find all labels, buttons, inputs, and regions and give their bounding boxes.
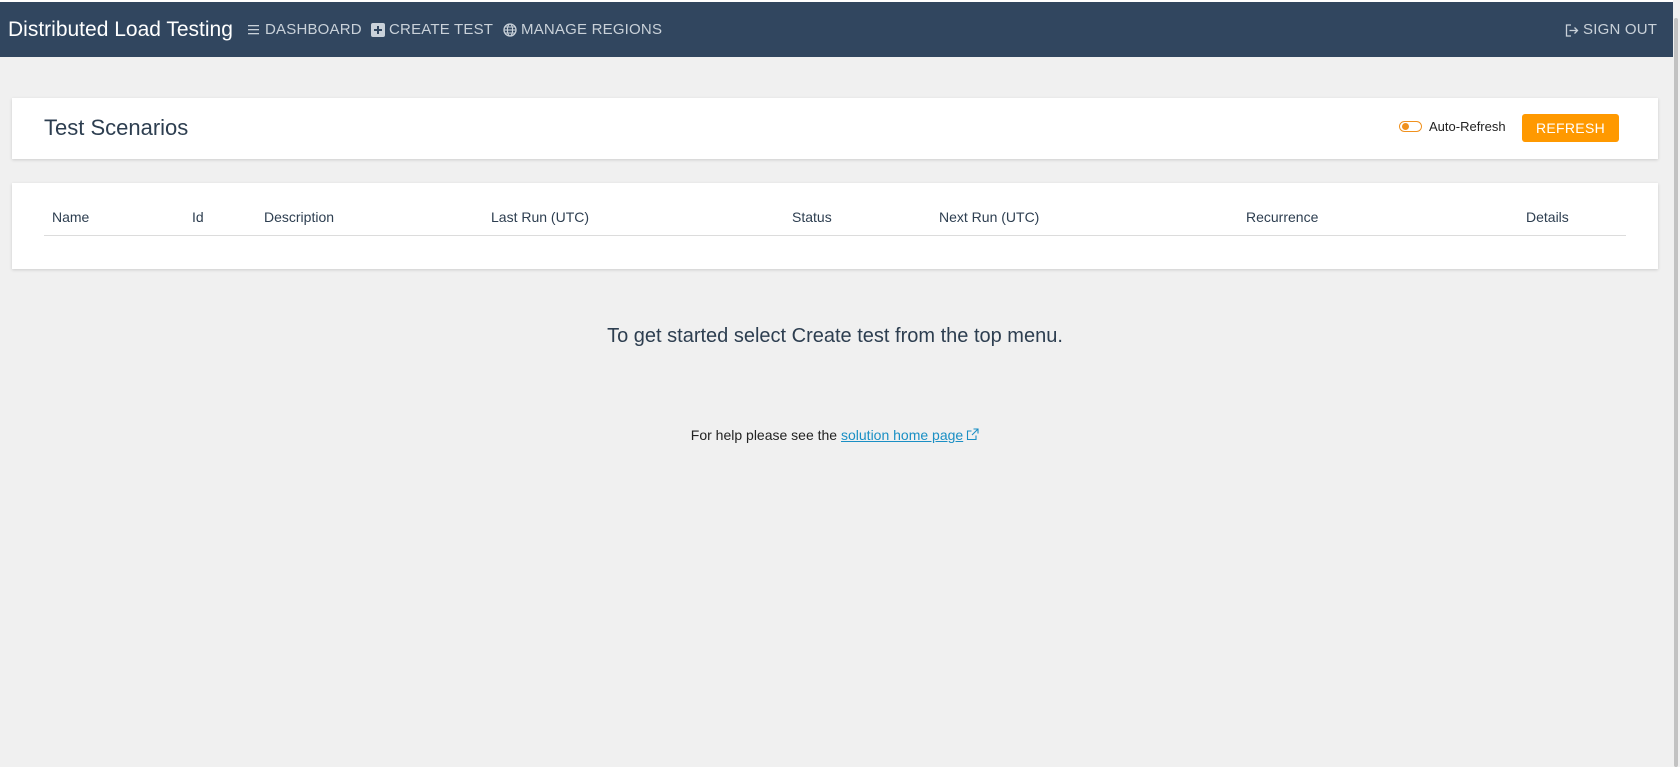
auto-refresh-label: Auto-Refresh xyxy=(1429,119,1506,134)
help-prefix: For help please see the xyxy=(690,427,841,443)
scenarios-header-panel: Test Scenarios Auto-Refresh REFRESH xyxy=(12,98,1658,159)
sign-out-button[interactable]: SIGN OUT xyxy=(1565,21,1657,39)
column-header-name[interactable]: Name xyxy=(52,209,89,225)
nav-create-test[interactable]: CREATE TEST xyxy=(371,21,493,39)
list-icon xyxy=(247,23,261,37)
vertical-scrollbar[interactable] xyxy=(1673,0,1680,767)
solution-home-link[interactable]: solution home page xyxy=(841,427,979,443)
column-header-status[interactable]: Status xyxy=(792,209,832,225)
sign-out-icon xyxy=(1565,23,1579,37)
column-header-last-run[interactable]: Last Run (UTC) xyxy=(491,209,589,225)
nav-manage-regions[interactable]: MANAGE REGIONS xyxy=(503,21,662,39)
auto-refresh-switch[interactable] xyxy=(1399,121,1422,132)
globe-icon xyxy=(503,23,517,37)
help-text: For help please see the solution home pa… xyxy=(0,427,1670,444)
column-header-id[interactable]: Id xyxy=(192,209,204,225)
auto-refresh-toggle[interactable]: Auto-Refresh xyxy=(1399,119,1506,134)
plus-square-icon xyxy=(371,23,385,37)
brand-title[interactable]: Distributed Load Testing xyxy=(8,18,233,42)
table-header-row: Name Id Description Last Run (UTC) Statu… xyxy=(44,209,1626,236)
column-header-details[interactable]: Details xyxy=(1526,209,1569,225)
nav-dashboard[interactable]: DASHBOARD xyxy=(247,21,362,39)
column-header-description[interactable]: Description xyxy=(264,209,334,225)
sign-out-label: SIGN OUT xyxy=(1583,21,1658,38)
external-link-icon xyxy=(966,428,979,444)
empty-state-message: To get started select Create test from t… xyxy=(607,325,1063,347)
nav-create-test-label: CREATE TEST xyxy=(389,21,494,38)
app-window: Distributed Load Testing DASHBOARD CREAT… xyxy=(0,0,1680,767)
scrollbar-thumb[interactable] xyxy=(1674,18,1678,767)
solution-home-link-text: solution home page xyxy=(841,427,964,443)
scenarios-table-panel: Name Id Description Last Run (UTC) Statu… xyxy=(12,183,1658,269)
toggle-knob xyxy=(1402,123,1409,130)
column-header-next-run[interactable]: Next Run (UTC) xyxy=(939,209,1039,225)
column-header-recurrence[interactable]: Recurrence xyxy=(1246,209,1318,225)
nav-manage-regions-label: MANAGE REGIONS xyxy=(521,21,663,38)
nav-dashboard-label: DASHBOARD xyxy=(265,21,362,38)
page-title: Test Scenarios xyxy=(44,115,189,140)
top-navbar: Distributed Load Testing DASHBOARD CREAT… xyxy=(0,0,1673,57)
refresh-button[interactable]: REFRESH xyxy=(1522,114,1619,142)
